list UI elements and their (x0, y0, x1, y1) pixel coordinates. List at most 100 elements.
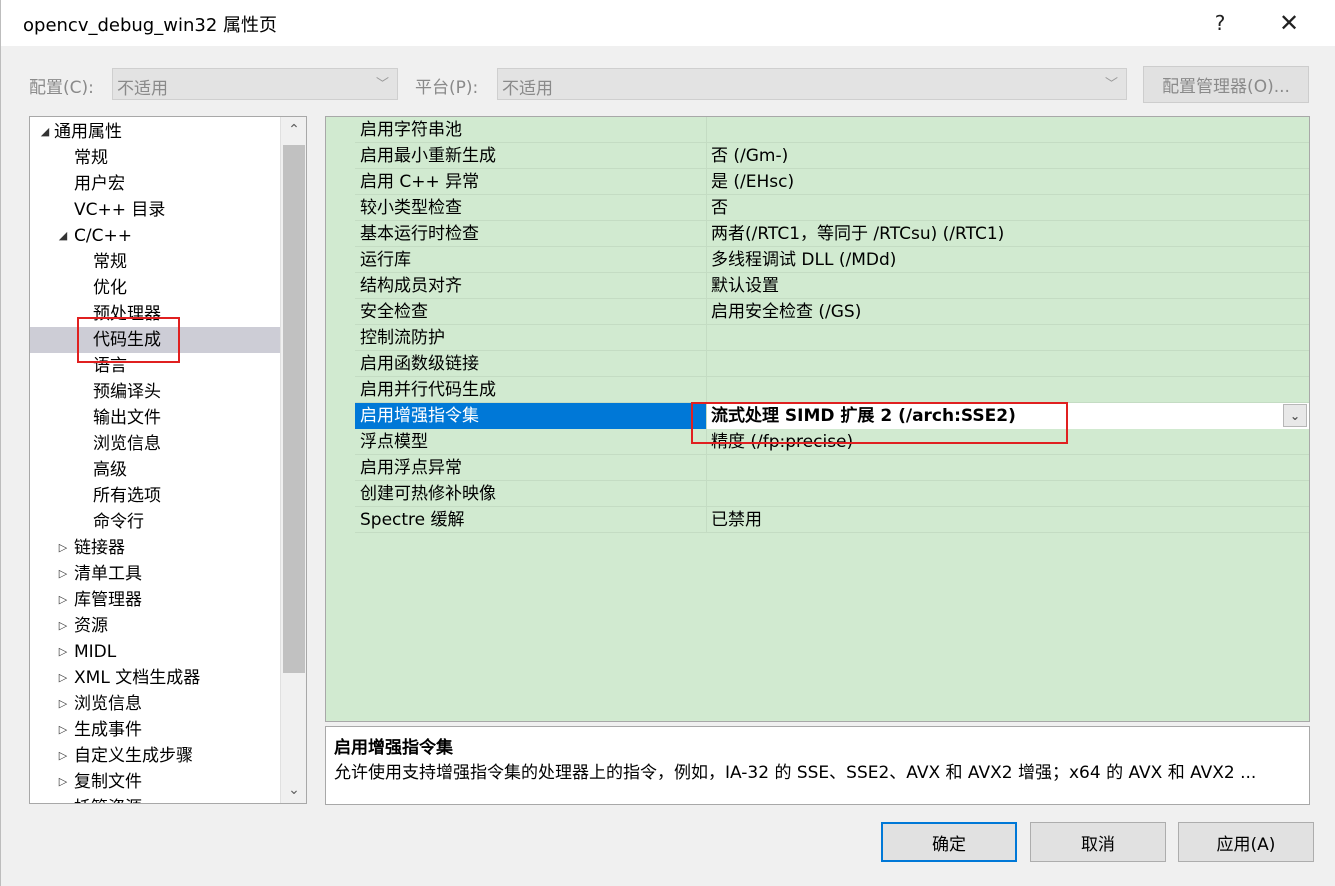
help-icon[interactable]: ? (1200, 8, 1240, 38)
property-value[interactable]: 是 (/EHsc) (707, 169, 1309, 195)
tree-item[interactable]: ◢ 通用属性 (30, 119, 280, 145)
property-row[interactable]: 启用字符串池 (326, 117, 1309, 143)
tree-item[interactable]: 语言 (30, 353, 280, 379)
collapsed-icon[interactable]: ▷ (56, 587, 70, 613)
scroll-up-icon[interactable]: ⌃ (281, 117, 306, 143)
cancel-button[interactable]: 取消 (1030, 822, 1166, 862)
property-value[interactable]: 否 (707, 195, 1309, 221)
configuration-select[interactable]: 不适用 ﹀ (112, 68, 398, 100)
platform-select[interactable]: 不适用 ﹀ (497, 68, 1127, 100)
close-icon[interactable]: ✕ (1269, 8, 1309, 38)
collapsed-icon[interactable]: ▷ (56, 665, 70, 691)
property-row[interactable]: 启用增强指令集 流式处理 SIMD 扩展 2 (/arch:SSE2) ⌄ (326, 403, 1309, 429)
tree-item[interactable]: 高级 (30, 457, 280, 483)
property-value[interactable] (707, 481, 1309, 507)
tree-item[interactable]: 命令行 (30, 509, 280, 535)
tree-item[interactable]: ▷ 浏览信息 (30, 691, 280, 717)
tree-item[interactable]: ▷ 托管资源 (30, 795, 280, 803)
property-value[interactable] (707, 325, 1309, 351)
property-name[interactable]: 启用最小重新生成 (355, 143, 707, 169)
tree-item[interactable]: ▷ XML 文档生成器 (30, 665, 280, 691)
tree-item[interactable]: 常规 (30, 249, 280, 275)
property-name[interactable]: 启用函数级链接 (355, 351, 707, 377)
collapsed-icon[interactable]: ▷ (56, 795, 70, 803)
property-row[interactable]: 创建可热修补映像 (326, 481, 1309, 507)
collapsed-icon[interactable]: ▷ (56, 717, 70, 743)
tree-scrollbar[interactable]: ⌃ ⌄ (280, 117, 306, 803)
property-row[interactable]: 启用并行代码生成 (326, 377, 1309, 403)
property-name[interactable]: 控制流防护 (355, 325, 707, 351)
property-name[interactable]: 启用并行代码生成 (355, 377, 707, 403)
tree-item[interactable]: ▷ 自定义生成步骤 (30, 743, 280, 769)
property-row[interactable]: 结构成员对齐 默认设置 (326, 273, 1309, 299)
collapsed-icon[interactable]: ▷ (56, 613, 70, 639)
collapsed-icon[interactable]: ▷ (56, 535, 70, 561)
tree-item[interactable]: ▷ MIDL (30, 639, 280, 665)
property-row[interactable]: 安全检查 启用安全检查 (/GS) (326, 299, 1309, 325)
ok-button[interactable]: 确定 (881, 822, 1017, 862)
property-value[interactable]: 两者(/RTC1，等同于 /RTCsu) (/RTC1) (707, 221, 1309, 247)
property-name[interactable]: 创建可热修补映像 (355, 481, 707, 507)
property-row[interactable]: 启用最小重新生成否 (/Gm-) (326, 143, 1309, 169)
property-name[interactable]: 较小类型检查 (355, 195, 707, 221)
property-value[interactable]: 流式处理 SIMD 扩展 2 (/arch:SSE2) ⌄ (707, 403, 1309, 429)
tree-item[interactable]: 常规 (30, 145, 280, 171)
collapsed-icon[interactable]: ▷ (56, 743, 70, 769)
collapsed-icon[interactable]: ▷ (56, 769, 70, 795)
tree-item[interactable]: 输出文件 (30, 405, 280, 431)
property-name[interactable]: Spectre 缓解 (355, 507, 707, 533)
tree-item[interactable]: 浏览信息 (30, 431, 280, 457)
property-value[interactable]: 多线程调试 DLL (/MDd) (707, 247, 1309, 273)
scroll-thumb[interactable] (283, 145, 305, 673)
property-row[interactable]: 启用浮点异常 (326, 455, 1309, 481)
tree-item[interactable]: 优化 (30, 275, 280, 301)
property-value[interactable]: 默认设置 (707, 273, 1309, 299)
collapsed-icon[interactable]: ▷ (56, 639, 70, 665)
property-tree[interactable]: ◢ 通用属性 常规 用户宏 VC++ 目录 ◢ C/C++ 常规 优化 预处理器 代码生成 语言 预编译… (29, 116, 307, 804)
property-row[interactable]: Spectre 缓解 已禁用 (326, 507, 1309, 533)
property-value[interactable]: 已禁用 (707, 507, 1309, 533)
property-name[interactable]: 启用 C++ 异常 (355, 169, 707, 195)
property-value[interactable]: 否 (/Gm-) (707, 143, 1309, 169)
property-name[interactable]: 结构成员对齐 (355, 273, 707, 299)
collapsed-icon[interactable]: ▷ (56, 691, 70, 717)
expanded-icon[interactable]: ◢ (56, 223, 70, 249)
property-row[interactable]: 启用 C++ 异常是 (/EHsc) (326, 169, 1309, 195)
property-row[interactable]: 控制流防护 (326, 325, 1309, 351)
property-name[interactable]: 启用浮点异常 (355, 455, 707, 481)
collapsed-icon[interactable]: ▷ (56, 561, 70, 587)
property-row[interactable]: 启用函数级链接 (326, 351, 1309, 377)
property-row[interactable]: 运行库 多线程调试 DLL (/MDd) (326, 247, 1309, 273)
property-row[interactable]: 较小类型检查否 (326, 195, 1309, 221)
property-row[interactable]: 基本运行时检查 两者(/RTC1，等同于 /RTCsu) (/RTC1) (326, 221, 1309, 247)
property-row[interactable]: 浮点模型 精度 (/fp:precise) (326, 429, 1309, 455)
tree-item[interactable]: VC++ 目录 (30, 197, 280, 223)
tree-item[interactable]: 代码生成 (30, 327, 280, 353)
tree-item[interactable]: 预处理器 (30, 301, 280, 327)
chevron-down-icon[interactable]: ⌄ (1283, 404, 1307, 427)
tree-item[interactable]: ▷ 链接器 (30, 535, 280, 561)
scroll-down-icon[interactable]: ⌄ (281, 777, 306, 803)
property-value[interactable] (707, 455, 1309, 481)
property-value[interactable]: 精度 (/fp:precise) (707, 429, 1309, 455)
property-name[interactable]: 浮点模型 (355, 429, 707, 455)
property-name[interactable]: 安全检查 (355, 299, 707, 325)
property-value[interactable] (707, 377, 1309, 403)
property-name[interactable]: 运行库 (355, 247, 707, 273)
tree-item[interactable]: ◢ C/C++ (30, 223, 280, 249)
tree-item[interactable]: 所有选项 (30, 483, 280, 509)
property-name[interactable]: 启用增强指令集 (355, 403, 707, 429)
apply-button[interactable]: 应用(A) (1178, 822, 1314, 862)
tree-item[interactable]: 预编译头 (30, 379, 280, 405)
tree-item[interactable]: ▷ 清单工具 (30, 561, 280, 587)
tree-item[interactable]: ▷ 库管理器 (30, 587, 280, 613)
tree-item[interactable]: ▷ 复制文件 (30, 769, 280, 795)
expanded-icon[interactable]: ◢ (38, 119, 52, 145)
property-name[interactable]: 基本运行时检查 (355, 221, 707, 247)
configuration-manager-button[interactable]: 配置管理器(O)... (1143, 66, 1309, 103)
property-name[interactable]: 启用字符串池 (355, 117, 707, 143)
property-value[interactable] (707, 117, 1309, 143)
tree-item[interactable]: ▷ 资源 (30, 613, 280, 639)
tree-item[interactable]: 用户宏 (30, 171, 280, 197)
tree-item[interactable]: ▷ 生成事件 (30, 717, 280, 743)
